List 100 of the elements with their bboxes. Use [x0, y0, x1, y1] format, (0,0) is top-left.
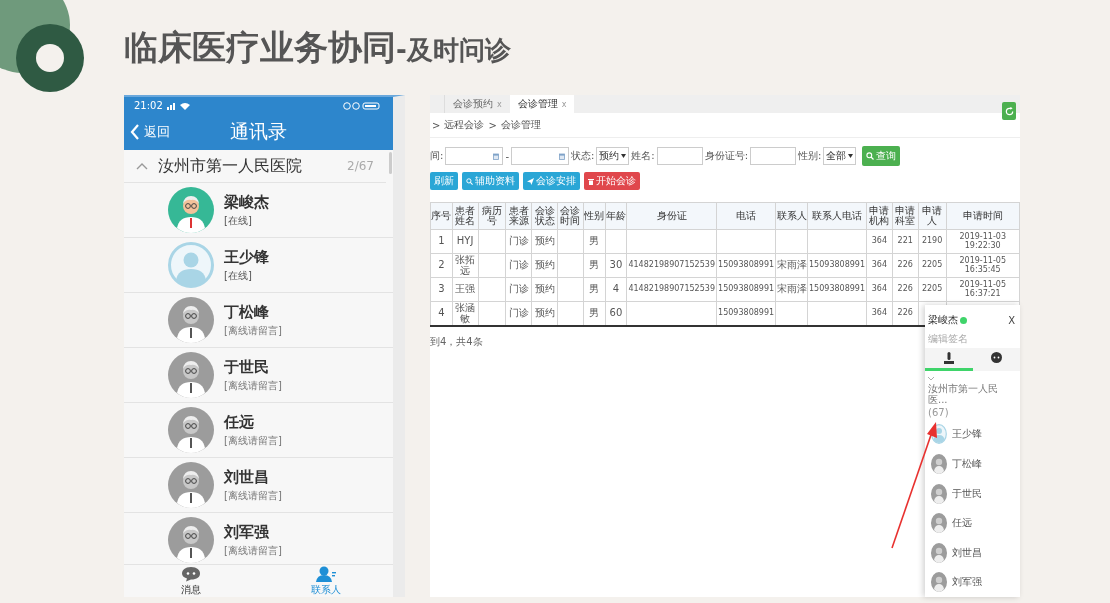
contact-item[interactable]: 于世民 [925, 478, 1020, 509]
trash-icon [588, 177, 594, 185]
table-cell: 王强 [455, 283, 476, 295]
dropdown-icon [621, 154, 627, 158]
calendar-icon [559, 152, 565, 160]
chevron-left-icon [130, 124, 140, 140]
table-cell: 15093808991 [718, 308, 775, 318]
contact-name: 刘军强 [224, 522, 270, 542]
send-icon [527, 177, 534, 185]
date-field[interactable] [511, 147, 569, 165]
contact-name: 刘军强 [952, 575, 982, 590]
table-cell: 门诊 [508, 283, 529, 295]
doctor-avatar-icon [931, 572, 947, 593]
table-cell: 门诊 [508, 235, 529, 247]
tab-bar-item[interactable]: 消息 [124, 565, 259, 597]
table-cell: 4 [438, 307, 445, 319]
table-cell: 15093808991 [718, 284, 775, 294]
table-cell: 2019-11-05 16:37:21 [959, 280, 1006, 298]
table-cell: 张拓远 [455, 254, 476, 276]
contact-status: [在线] [224, 268, 253, 283]
table-cell: 门诊 [508, 307, 529, 319]
contact-item[interactable]: 刘世昌 [离线请留言] [124, 458, 393, 513]
filter-label: 状态: [571, 149, 595, 163]
slide-title: 临床医疗业务协同 [124, 25, 396, 69]
page-tab[interactable]: 会诊管理 x [509, 95, 575, 113]
dropdown-icon [848, 154, 854, 158]
input-field[interactable] [656, 147, 703, 165]
contact-item[interactable]: 刘世昌 [925, 537, 1020, 568]
date-field[interactable] [445, 147, 504, 165]
refresh-icon [1004, 106, 1014, 116]
contact-name: 刘世昌 [224, 467, 270, 487]
contact-item[interactable]: 王少锋 [在线] [124, 238, 393, 293]
breadcrumb-link[interactable]: 会诊管理 [500, 118, 541, 132]
contacts-icon [315, 565, 336, 582]
table-cell: 4 [612, 283, 620, 295]
contact-name: 丁松峰 [952, 457, 982, 471]
group-header[interactable]: 汝州市第一人民医院 2/67 [124, 150, 386, 183]
doctor-avatar-icon [931, 542, 947, 563]
column-header: 联系人电话 [812, 209, 862, 221]
user-name: 梁峻杰 [928, 313, 958, 327]
select-field[interactable]: 预约 [596, 147, 630, 165]
column-header: 病历号 [481, 204, 502, 226]
contact-item[interactable]: 丁松峰 [离线请留言] [124, 293, 393, 348]
contact-status: [离线请留言] [224, 543, 282, 558]
doctor-avatar-icon [931, 483, 947, 504]
contact-name: 于世民 [224, 357, 270, 377]
table-cell: 宋雨泽 [776, 283, 807, 295]
table-cell: 30 [609, 259, 623, 271]
contact-item[interactable]: 刘军强 [925, 567, 1020, 597]
column-header: 联系人 [776, 209, 807, 221]
table-cell: 预约 [534, 259, 555, 271]
table-cell: 364 [871, 308, 887, 318]
battery-icon [343, 101, 383, 110]
breadcrumb-separator: > [432, 119, 441, 131]
contact-item[interactable]: 丁松峰 [925, 449, 1020, 479]
table-cell: 2190 [921, 236, 943, 246]
table-cell: 41482198907152539 [628, 260, 715, 270]
signature-field[interactable]: 编辑签名 [925, 329, 1019, 348]
table-cell: 宋雨泽 [776, 259, 807, 271]
contact-name: 刘世昌 [952, 545, 982, 560]
table-cell: 男 [589, 235, 600, 247]
back-button[interactable]: 返回 [124, 123, 176, 141]
calendar-icon [493, 152, 500, 160]
refresh-button[interactable] [1002, 102, 1016, 120]
table-cell: 364 [871, 260, 887, 270]
close-button[interactable]: X [1008, 314, 1015, 326]
doctor-avatar-icon [931, 454, 947, 474]
column-header: 申请机构 [869, 204, 890, 226]
pagination-info: 到4，共4条 [430, 335, 483, 349]
contact-item[interactable]: 任远 [离线请留言] [124, 403, 393, 458]
contact-status: [离线请留言] [224, 323, 282, 338]
select-field[interactable]: 全部 [823, 147, 857, 165]
contact-item[interactable]: 梁峻杰 [在线] [124, 183, 393, 238]
doctor-avatar-icon [931, 513, 947, 534]
table-cell: 2205 [921, 260, 943, 270]
group-count: 2/67 [347, 159, 374, 173]
column-header: 年龄 [605, 209, 626, 221]
table-cell: 3 [438, 283, 445, 295]
table-cell: 364 [871, 236, 887, 246]
input-field[interactable] [750, 147, 797, 165]
table-cell: 男 [589, 259, 600, 271]
table-cell: 男 [589, 283, 600, 295]
table-cell: 2205 [921, 284, 943, 294]
contact-item[interactable]: 于世民 [离线请留言] [124, 348, 393, 403]
table-cell: 41482198907152539 [628, 284, 715, 294]
table-cell: 15093808991 [809, 260, 865, 270]
action-button[interactable]: 开始会诊 [584, 172, 640, 190]
contact-name: 于世民 [952, 486, 982, 501]
search-icon [866, 152, 875, 160]
group-name: 汝州市第一人民医院 [158, 155, 302, 177]
group-header[interactable]: 汝州市第一人民医... (67) [925, 370, 1020, 420]
breadcrumb-link[interactable]: 远程会诊 [444, 118, 485, 132]
contact-name: 梁峻杰 [224, 192, 269, 212]
table-cell: 1 [438, 235, 445, 247]
column-header: 患者来源 [508, 204, 529, 226]
page-tab[interactable]: 会诊预约 x [445, 95, 510, 113]
range-dash: - [505, 150, 509, 162]
contact-item[interactable]: 任远 [925, 508, 1020, 538]
table-cell: 15093808991 [809, 284, 865, 294]
breadcrumb-separator: > [488, 119, 497, 131]
